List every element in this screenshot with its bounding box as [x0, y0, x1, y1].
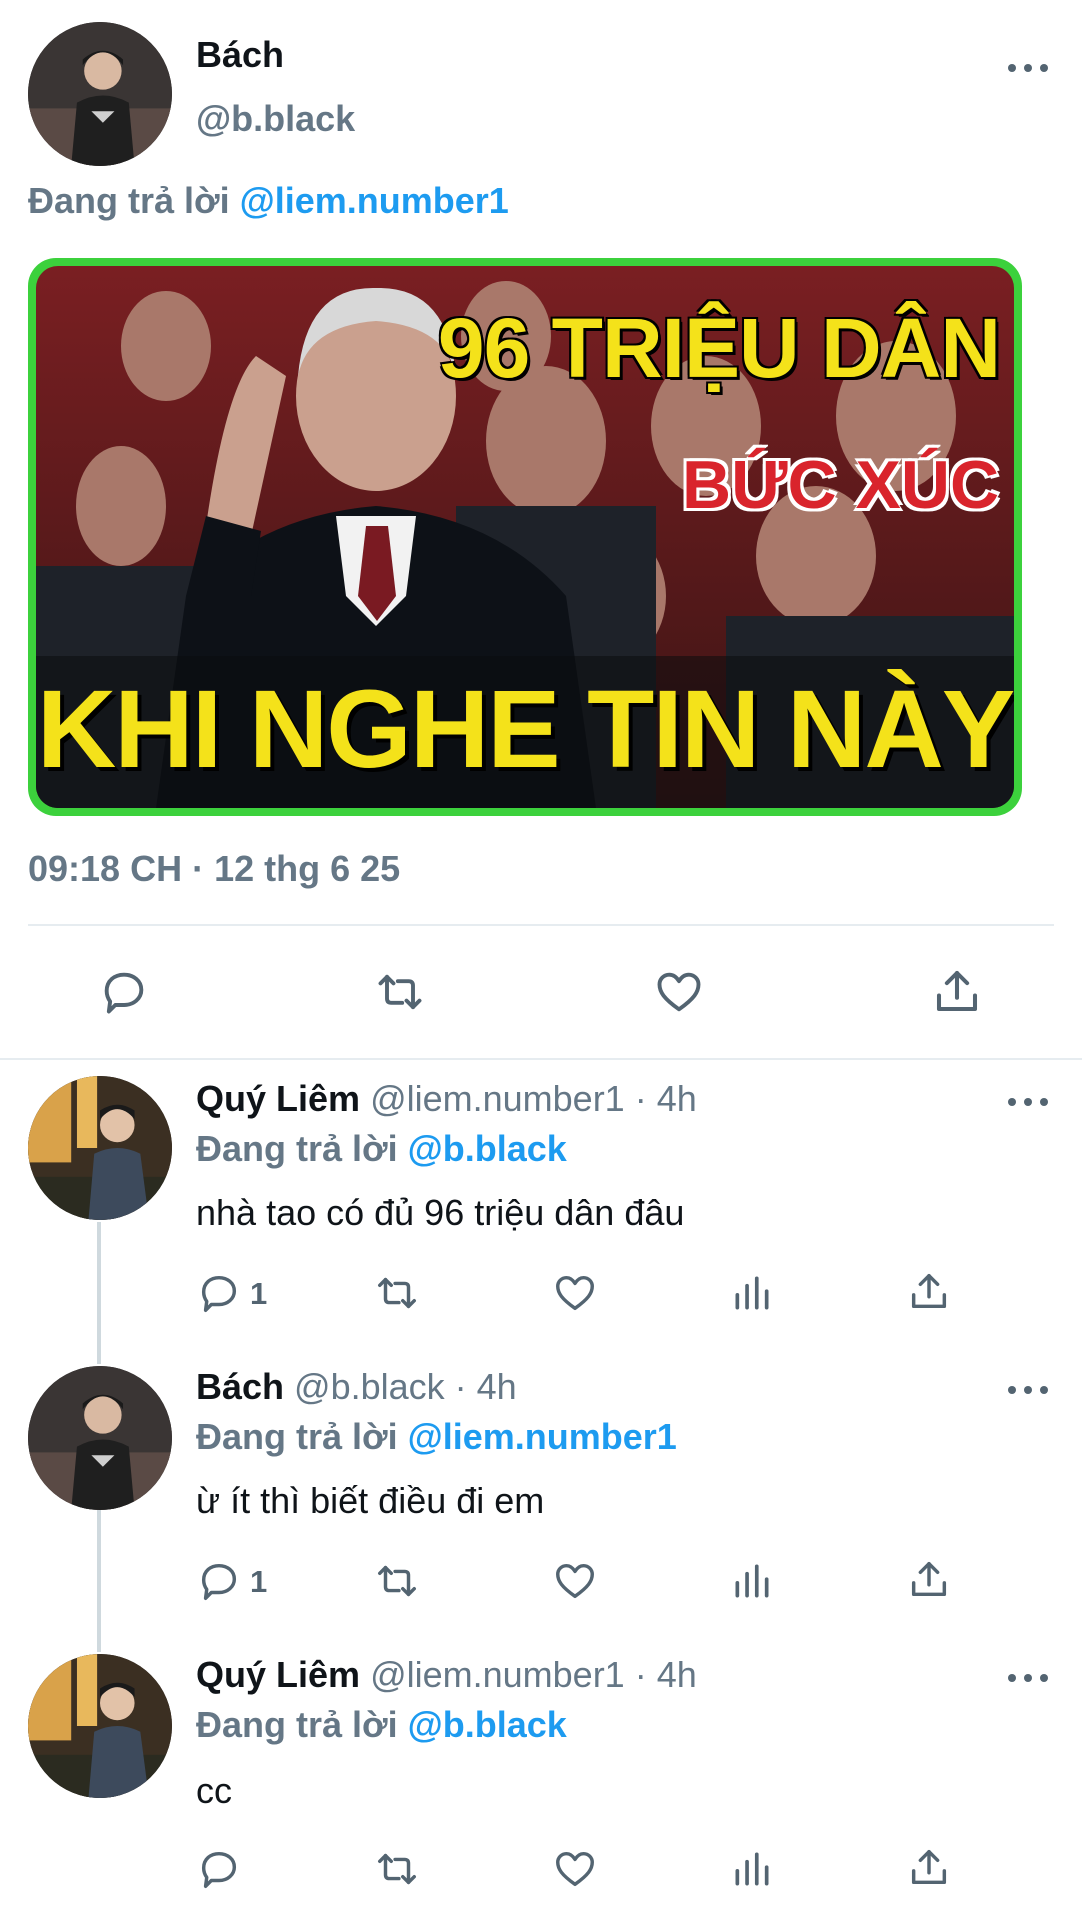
replying-to-line: Đang trả lời @liem.number1: [28, 180, 509, 222]
avatar[interactable]: [28, 1654, 172, 1798]
author-name[interactable]: Bách: [196, 34, 284, 76]
comment-icon[interactable]: [98, 966, 150, 1018]
reply-author-name[interactable]: Quý Liêm: [196, 1078, 360, 1119]
reply-author-handle[interactable]: @liem.number1: [370, 1654, 625, 1695]
like-icon[interactable]: [552, 1558, 598, 1604]
replying-to-handle[interactable]: @b.black: [408, 1704, 567, 1745]
replying-to-line: Đang trả lời @b.black: [196, 1704, 567, 1746]
replying-prefix: Đang trả lời: [28, 180, 230, 221]
section-divider: [0, 1058, 1082, 1060]
share-icon[interactable]: [906, 1844, 952, 1890]
reply-time[interactable]: · 4h: [635, 1078, 697, 1119]
avatar[interactable]: [28, 1076, 172, 1220]
replying-to-handle[interactable]: @liem.number1: [240, 180, 509, 221]
reply-text: ừ ít thì biết điều đi em: [196, 1480, 545, 1521]
reply-author-handle[interactable]: @liem.number1: [370, 1078, 625, 1119]
thread-line: [97, 1222, 101, 1364]
author-handle[interactable]: @b.black: [196, 98, 355, 140]
share-icon[interactable]: [906, 1268, 952, 1314]
replying-prefix: Đang trả lời: [196, 1416, 398, 1457]
replying-prefix: Đang trả lời: [196, 1704, 398, 1745]
more-icon[interactable]: [1008, 1668, 1048, 1688]
avatar[interactable]: [28, 1366, 172, 1510]
comment-icon[interactable]: [196, 1846, 242, 1892]
replying-to-line: Đang trả lời @b.black: [196, 1128, 567, 1170]
reply-author-handle[interactable]: @b.black: [294, 1366, 445, 1407]
tweet-image[interactable]: 96 TRIỆU DÂN BỨC XÚC KHI NGHE TIN NÀY: [28, 258, 1022, 816]
like-icon[interactable]: [552, 1846, 598, 1892]
replying-to-handle[interactable]: @liem.number1: [408, 1416, 677, 1457]
image-text-line1: 96 TRIỆU DÂN: [437, 301, 1001, 395]
reply-time[interactable]: · 4h: [635, 1654, 697, 1695]
retweet-icon[interactable]: [372, 1558, 422, 1604]
replying-to-line: Đang trả lời @liem.number1: [196, 1416, 677, 1458]
reply-author-name[interactable]: Bách: [196, 1366, 284, 1407]
more-icon[interactable]: [1008, 58, 1048, 78]
reply-text: cc: [196, 1770, 232, 1811]
reply-header: Quý Liêm @liem.number1 · 4h: [196, 1078, 697, 1120]
retweet-icon[interactable]: [372, 966, 428, 1018]
reply-text: nhà tao có đủ 96 triệu dân đâu: [196, 1192, 685, 1233]
divider: [28, 924, 1054, 926]
views-icon[interactable]: [730, 1846, 774, 1892]
reply-author-name[interactable]: Quý Liêm: [196, 1654, 360, 1695]
reply-header: Bách @b.black · 4h: [196, 1366, 517, 1408]
like-icon[interactable]: [552, 1270, 598, 1316]
share-icon[interactable]: [930, 964, 984, 1018]
thread-line: [97, 1510, 101, 1652]
reply-count: 1: [250, 1276, 268, 1311]
reply-header: Quý Liêm @liem.number1 · 4h: [196, 1654, 697, 1696]
replying-prefix: Đang trả lời: [196, 1128, 398, 1169]
tweet-timestamp[interactable]: 09:18 CH · 12 thg 6 25: [28, 848, 400, 890]
share-icon[interactable]: [906, 1556, 952, 1602]
views-icon[interactable]: [730, 1558, 774, 1604]
retweet-icon[interactable]: [372, 1270, 422, 1316]
image-text-line2: BỨC XÚC: [682, 447, 1000, 523]
like-icon[interactable]: [652, 966, 706, 1018]
retweet-icon[interactable]: [372, 1846, 422, 1892]
replying-to-handle[interactable]: @b.black: [408, 1128, 567, 1169]
avatar[interactable]: [28, 22, 172, 166]
reply-count: 1: [250, 1564, 268, 1599]
image-text-line3: KHI NGHE TIN NÀY: [36, 668, 1014, 791]
views-icon[interactable]: [730, 1270, 774, 1316]
more-icon[interactable]: [1008, 1092, 1048, 1112]
reply-time[interactable]: · 4h: [455, 1366, 517, 1407]
comment-icon[interactable]: [196, 1558, 242, 1604]
comment-icon[interactable]: [196, 1270, 242, 1316]
more-icon[interactable]: [1008, 1380, 1048, 1400]
